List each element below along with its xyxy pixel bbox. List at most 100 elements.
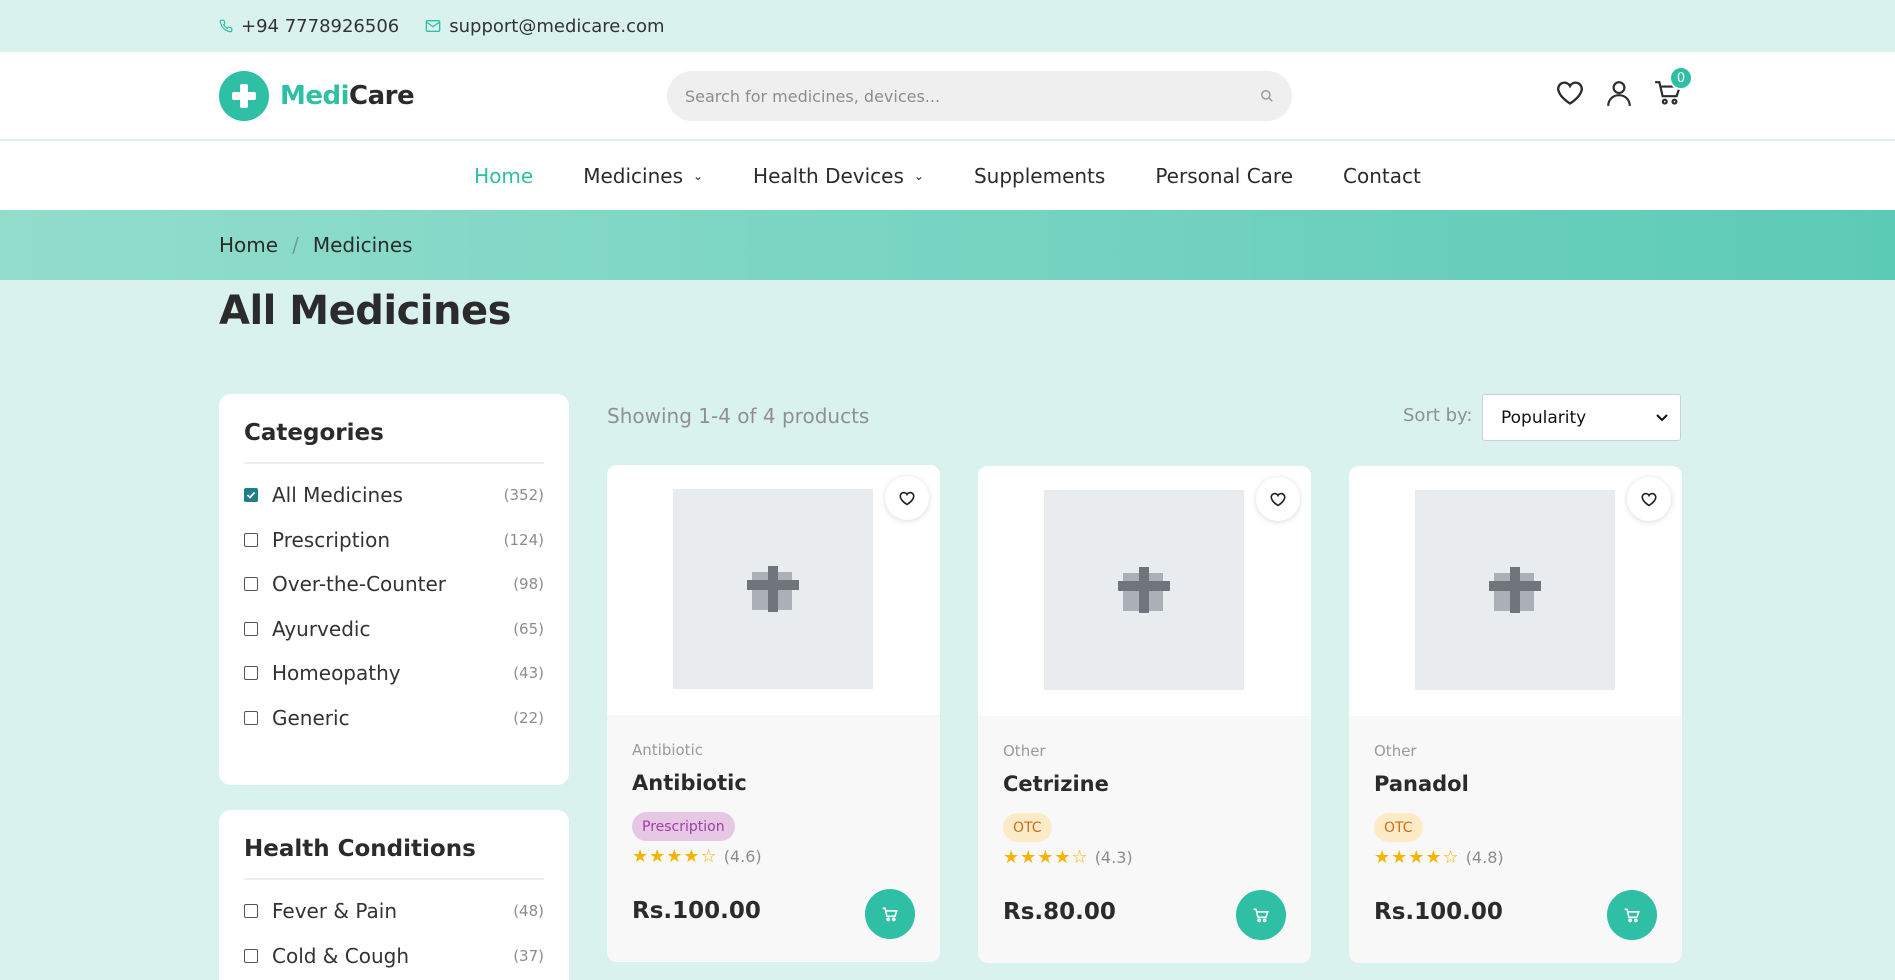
product-image-placeholder [1044,490,1244,690]
cart-count-badge: 0 [1669,66,1693,90]
category-label: Generic [272,705,350,730]
star-rating-icons: ★★★★☆ [1374,847,1460,868]
user-icon [1607,81,1631,107]
nav-item-home[interactable]: Home [474,164,533,188]
account-button[interactable] [1602,76,1636,110]
category-filter-generic[interactable]: Generic (22) [244,696,544,741]
category-count: (98) [513,575,544,594]
checkbox[interactable] [244,710,258,725]
breadcrumb-separator: / [292,233,299,257]
product-price: Rs.80.00 [1003,899,1116,925]
category-label: Over-the-Counter [272,572,447,597]
medicine-cross-icon [747,566,799,612]
logo[interactable]: MediCare [219,71,415,121]
add-to-cart-button[interactable] [865,889,915,939]
email-contact[interactable]: support@medicare.com [425,16,665,37]
checkbox[interactable] [244,666,258,681]
breadcrumb-home-link[interactable]: Home [219,233,278,257]
add-to-cart-button[interactable] [1607,890,1657,940]
category-filter-otc[interactable]: Over-the-Counter (98) [244,562,544,607]
search-input[interactable] [685,86,1260,106]
rating-value: (4.3) [1094,848,1133,867]
chevron-down-icon: ⌄ [692,168,704,183]
header-actions: 0 [1553,66,1700,110]
nav-item-personal-care[interactable]: Personal Care [1155,164,1293,188]
product-price: Rs.100.00 [632,898,761,924]
category-filter-homeopathy[interactable]: Homeopathy (43) [244,651,544,696]
nav-item-label: Home [474,163,534,188]
nav-item-contact[interactable]: Contact [1343,164,1421,188]
category-count: (124) [503,530,544,549]
checkbox[interactable] [244,948,258,963]
add-to-wishlist-button[interactable] [1256,477,1300,521]
chevron-down-icon: ⌄ [913,168,924,183]
product-type-badge: Prescription [632,812,735,841]
product-name[interactable]: Cetrizine [1003,772,1109,796]
star-rating-icons: ★★★★☆ [1003,847,1089,868]
sort-select[interactable]: Popularity [1482,394,1681,441]
categories-title: Categories [244,420,544,464]
category-count: (43) [513,664,544,683]
page-title: All Medicines [219,288,511,334]
product-image-area [607,465,940,715]
cart-icon [882,907,898,921]
checkbox[interactable] [244,577,258,592]
category-count: (65) [513,619,544,638]
medicine-cross-icon [1489,567,1541,613]
phone-contact[interactable]: +94 7778926506 [219,16,399,37]
cart-icon [1624,908,1640,922]
condition-count: (37) [513,946,544,965]
category-filter-all-medicines[interactable]: All Medicines (352) [244,473,544,518]
product-image-area [978,466,1311,716]
add-to-wishlist-button[interactable] [885,476,929,520]
condition-filter-fever-pain[interactable]: Fever & Pain (48) [244,889,544,934]
category-filter-ayurvedic[interactable]: Ayurvedic (65) [244,607,544,652]
nav-item-label: Health Devices [753,163,904,188]
category-count: (22) [513,708,544,727]
category-label: Ayurvedic [272,616,371,641]
phone-icon [219,19,233,33]
health-conditions-title: Health Conditions [244,836,544,880]
product-rating: ★★★★☆ (4.8) [1374,847,1504,868]
category-label: Prescription [272,527,390,552]
nav-item-supplements[interactable]: Supplements [974,164,1105,188]
nav-item-health-devices[interactable]: Health Devices ⌄ [753,164,924,188]
logo-text-part2: Care [349,81,415,111]
heart-icon [1270,492,1286,506]
sort-selected-value: Popularity [1501,407,1587,428]
product-card[interactable]: Other Panadol OTC ★★★★☆ (4.8) Rs.100.00 [1349,466,1682,963]
condition-count: (48) [513,902,544,921]
logo-text: MediCare [280,81,415,111]
logo-text-part1: Medi [280,81,350,111]
checkbox[interactable] [244,532,258,547]
product-name[interactable]: Antibiotic [632,771,747,795]
cart-icon [1253,908,1269,922]
product-rating: ★★★★☆ (4.3) [1003,847,1133,868]
category-label: All Medicines [272,483,403,508]
add-to-cart-button[interactable] [1236,890,1286,940]
product-card[interactable]: Antibiotic Antibiotic Prescription ★★★★☆… [607,465,940,962]
product-type-badge: OTC [1003,813,1052,842]
cart-button[interactable]: 0 [1651,66,1693,110]
categories-panel: Categories All Medicines (352) Prescript… [219,394,569,785]
nav-item-label: Personal Care [1155,163,1294,188]
checkbox[interactable] [244,621,258,636]
search-icon[interactable] [1260,89,1274,103]
category-filter-prescription[interactable]: Prescription (124) [244,518,544,563]
heart-icon [899,491,915,505]
contact-bar: +94 7778926506 support@medicare.com [0,0,1895,52]
wishlist-button[interactable] [1553,76,1587,110]
mail-icon [425,20,441,32]
condition-filter-cold-cough[interactable]: Cold & Cough (37) [244,934,544,979]
nav-item-medicines[interactable]: Medicines ⌄ [583,164,703,188]
main-nav: Home Medicines ⌄ Health Devices ⌄ Suppleme… [0,141,1895,210]
checkbox[interactable] [244,904,258,919]
breadcrumb-current: Medicines [312,233,413,257]
checkbox[interactable] [244,488,258,503]
product-name[interactable]: Panadol [1374,772,1469,796]
product-card[interactable]: Other Cetrizine OTC ★★★★☆ (4.3) Rs.80.00 [978,466,1311,963]
search-bar [667,71,1292,121]
add-to-wishlist-button[interactable] [1627,477,1671,521]
product-rating: ★★★★☆ (4.6) [632,846,762,867]
rating-value: (4.6) [723,847,762,866]
